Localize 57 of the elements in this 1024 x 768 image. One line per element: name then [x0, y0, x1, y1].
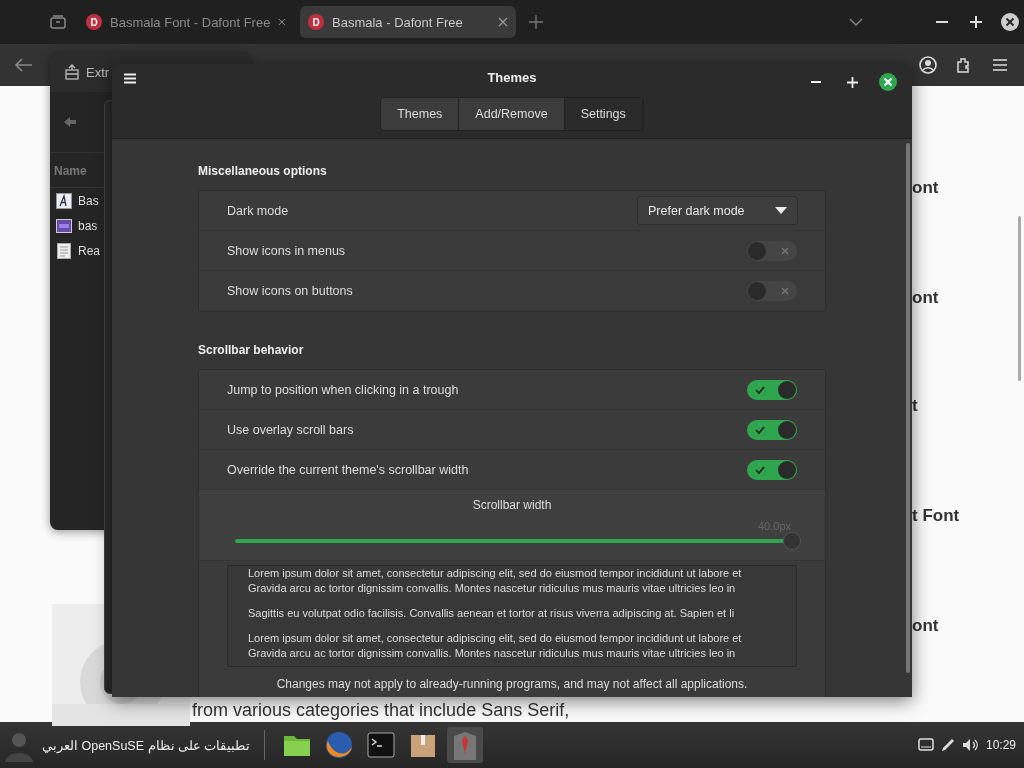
setting-label: Show icons in menus	[227, 243, 346, 258]
menu-label[interactable]: تطبيقات على نظام OpenSuSE العربي	[42, 737, 251, 753]
toggle-switch[interactable]	[747, 240, 797, 261]
pen-icon[interactable]	[939, 737, 956, 753]
suit-icon[interactable]	[447, 727, 484, 763]
setting-label: Jump to position when clicking in a trough	[227, 382, 459, 397]
image-file-icon	[56, 217, 72, 234]
article-heading[interactable]: ont	[912, 288, 939, 308]
browser-tab[interactable]: D Basmala - Dafont Free	[300, 6, 516, 38]
menu-icon[interactable]	[124, 73, 136, 84]
text-file-icon	[56, 242, 72, 259]
section-title: Miscellaneous options	[198, 164, 328, 178]
toggle-switch[interactable]	[747, 379, 797, 400]
file-name[interactable]: bas	[78, 218, 98, 233]
favicon: D	[308, 14, 324, 30]
browser-tab[interactable]: D Basmala Font - Dafont Free	[78, 6, 294, 38]
back-icon[interactable]	[64, 117, 76, 127]
preview-text: Gravida arcu ac tortor dignissim convallis. Montes nascetur ridiculus mus mauris vitae ultricies leo in	[248, 581, 737, 596]
slider-label: Scrollbar width	[472, 498, 552, 512]
toggle-switch[interactable]	[747, 459, 797, 480]
cross-icon	[781, 286, 789, 295]
slider-thumb[interactable]	[783, 532, 801, 550]
volume-icon[interactable]	[961, 738, 980, 752]
article-heading[interactable]: t Font	[912, 506, 960, 526]
setting-label: Use overlay scroll bars	[227, 422, 354, 437]
toggle-switch[interactable]	[747, 419, 797, 440]
article-heading[interactable]: ont	[912, 616, 939, 636]
window-title: Extr	[86, 64, 110, 80]
preview-text: Lorem ipsum dolor sit amet, consectetur adipiscing elit, sed do eiusmod tempor incididunt ut labore et	[248, 631, 743, 646]
section-title: Scrollbar behavior	[198, 343, 305, 357]
preview-text: Lorem ipsum dolor sit amet, consectetur adipiscing elit, sed do eiusmod tempor incididunt ut labore et	[248, 566, 743, 581]
note-text: Changes may not apply to already-running programs, and may not affect all applications.	[275, 676, 749, 693]
toggle-switch[interactable]	[747, 280, 797, 301]
clock: 10:29	[985, 738, 1016, 752]
setting-label: Show icons on buttons	[227, 283, 353, 298]
article-text: from various categories that include Sans Serif,	[192, 700, 570, 721]
check-icon	[755, 424, 765, 435]
file-name[interactable]: Rea	[78, 243, 100, 258]
tab[interactable]: Add/Remove	[459, 98, 565, 130]
article-heading[interactable]: t	[912, 396, 918, 416]
check-icon	[755, 384, 765, 395]
setting-label: Dark mode	[227, 203, 289, 218]
file-name[interactable]: Bas	[78, 193, 99, 208]
screen-icon[interactable]	[917, 738, 934, 752]
cross-icon	[781, 246, 789, 255]
article-heading[interactable]: ont	[912, 178, 939, 198]
preview-text: Gravida arcu ac tortor dignissim convallis. Montes nascetur ridiculus mus mauris vitae ultricies leo in	[248, 646, 737, 661]
tab[interactable]: Themes	[381, 98, 460, 130]
window-title: Themes	[487, 70, 537, 85]
archive-icon	[64, 64, 80, 80]
check-icon	[755, 464, 765, 475]
preview-text: Sagittis eu volutpat odio facilisis. Convallis aenean et tortor at risus viverra adipiscing at. Sapien et li	[248, 606, 736, 621]
font-file-icon	[56, 192, 72, 209]
setting-label: Override the current theme's scrollbar width	[227, 462, 469, 477]
dropdown[interactable]: Prefer dark mode	[637, 196, 798, 225]
favicon: D	[86, 14, 102, 30]
caret-icon	[775, 207, 787, 214]
